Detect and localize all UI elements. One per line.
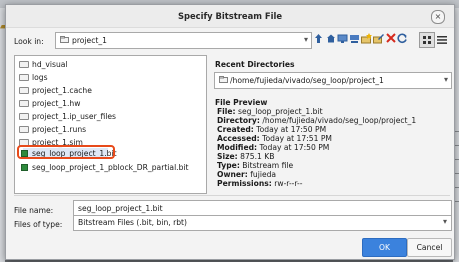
highlight-annotation — [17, 145, 115, 159]
preview-row: Size: 875.1 KB — [217, 152, 274, 161]
preview-key: Type: — [217, 161, 240, 170]
chevron-down-icon: ▾ — [442, 217, 447, 226]
folder-icon — [19, 100, 29, 107]
list-item-folder[interactable]: hd_visual — [19, 59, 68, 71]
dialog-title: Specify Bitstream File — [177, 11, 283, 21]
folder-icon — [19, 61, 29, 68]
preview-value: fujieda — [250, 170, 277, 179]
delete-icon[interactable] — [385, 33, 396, 46]
details-view-icon[interactable] — [434, 32, 450, 48]
preview-value: Today at 17:50 PM — [259, 143, 330, 152]
preview-row: Directory: /home/fujieda/vivado/seg_loop… — [217, 116, 416, 125]
file-preview-panel: File: seg_loop_project_1.bit Directory: … — [214, 107, 450, 189]
preview-key: Modified: — [217, 143, 258, 152]
preview-key: Owner: — [217, 170, 248, 179]
divider — [14, 195, 450, 196]
preview-key: Permissions: — [217, 179, 272, 188]
file-type-value: Bitstream Files (.bit, bin, rbt) — [78, 218, 187, 227]
folder-icon — [19, 87, 29, 94]
ok-button[interactable]: OK — [362, 238, 407, 257]
list-item-folder[interactable]: logs — [19, 72, 48, 84]
recent-directories-label: Recent Directories — [215, 60, 295, 69]
home-icon[interactable] — [325, 33, 336, 46]
list-item-label: hd_visual — [32, 60, 68, 69]
bitstream-file-icon — [21, 164, 28, 171]
close-icon: × — [434, 12, 442, 21]
list-item-label: logs — [32, 73, 48, 82]
list-item-label: project_1.hw — [32, 99, 81, 108]
close-button[interactable]: × — [431, 10, 445, 24]
bitstream-file-dialog: Specify Bitstream File × Look in: projec… — [5, 4, 455, 260]
list-item-file[interactable]: seg_loop_project_1_pblock_DR_partial.bit — [19, 162, 189, 174]
preview-value: Bitstream file — [242, 161, 294, 170]
preview-value: rw-r--r-- — [274, 179, 303, 188]
title-bar: Specify Bitstream File × — [6, 5, 454, 28]
refresh-icon[interactable] — [397, 33, 408, 46]
list-item-folder[interactable]: project_1.runs — [19, 124, 86, 136]
edit-icon[interactable] — [373, 33, 384, 46]
preview-key: Accessed: — [217, 134, 260, 143]
file-type-label: Files of type: — [14, 220, 63, 229]
preview-key: Created: — [217, 125, 254, 134]
preview-value: seg_loop_project_1.bit — [238, 107, 323, 116]
file-name-label: File name: — [14, 206, 54, 215]
chevron-down-icon: ▾ — [303, 35, 308, 44]
new-folder-icon[interactable] — [361, 33, 372, 46]
preview-value: /home/fujieda/vivado/seg_loop/project_1 — [262, 116, 417, 125]
list-item-folder[interactable]: project_1.cache — [19, 85, 92, 97]
look-in-value: project_1 — [72, 36, 107, 45]
recent-directory-value: /home/fujieda/vivado/seg_loop/project_1 — [230, 76, 384, 85]
preview-value: Today at 17:50 PM — [256, 125, 327, 134]
list-item-label: project_1.runs — [32, 125, 87, 134]
folder-icon — [19, 113, 29, 120]
chevron-down-icon: ▾ — [443, 75, 448, 84]
list-view-icon[interactable] — [419, 32, 435, 48]
preview-row: Owner: fujieda — [217, 170, 276, 179]
list-item-folder[interactable]: project_1.ip_user_files — [19, 111, 116, 123]
preview-row: Accessed: Today at 17:51 PM — [217, 134, 332, 143]
network-icon[interactable] — [349, 33, 360, 46]
file-name-value: seg_loop_project_1.bit — [78, 204, 163, 213]
list-item-label: seg_loop_project_1_pblock_DR_partial.bit — [32, 163, 189, 172]
preview-row: Created: Today at 17:50 PM — [217, 125, 326, 134]
look-in-label: Look in: — [14, 37, 44, 46]
up-folder-icon[interactable] — [313, 33, 324, 46]
preview-row: Permissions: rw-r--r-- — [217, 179, 303, 188]
file-list[interactable]: hd_visual logs project_1.cache project_1… — [14, 55, 207, 194]
folder-icon — [60, 36, 69, 45]
preview-row: File: seg_loop_project_1.bit — [217, 107, 323, 116]
preview-key: Directory: — [217, 116, 260, 125]
cancel-button[interactable]: Cancel — [407, 238, 452, 257]
preview-row: Type: Bitstream file — [217, 161, 293, 170]
desktop-icon[interactable] — [337, 33, 348, 46]
look-in-combo[interactable]: project_1 ▾ — [55, 32, 312, 49]
list-item-folder[interactable]: project_1.hw — [19, 98, 80, 110]
folder-icon — [19, 126, 29, 133]
folder-icon — [219, 76, 228, 85]
folder-icon — [19, 74, 29, 81]
list-item-label: project_1.cache — [32, 86, 92, 95]
recent-directories-combo[interactable]: /home/fujieda/vivado/seg_loop/project_1 … — [214, 72, 452, 89]
preview-value: Today at 17:51 PM — [262, 134, 332, 143]
preview-key: Size: — [217, 152, 238, 161]
file-preview-label: File Preview — [215, 98, 268, 107]
list-item-label: project_1.ip_user_files — [32, 112, 117, 121]
preview-row: Modified: Today at 17:50 PM — [217, 143, 329, 152]
preview-key: File: — [217, 107, 236, 116]
file-type-combo[interactable]: Bitstream Files (.bit, bin, rbt) ▾ — [73, 215, 452, 231]
preview-value: 875.1 KB — [240, 152, 275, 161]
